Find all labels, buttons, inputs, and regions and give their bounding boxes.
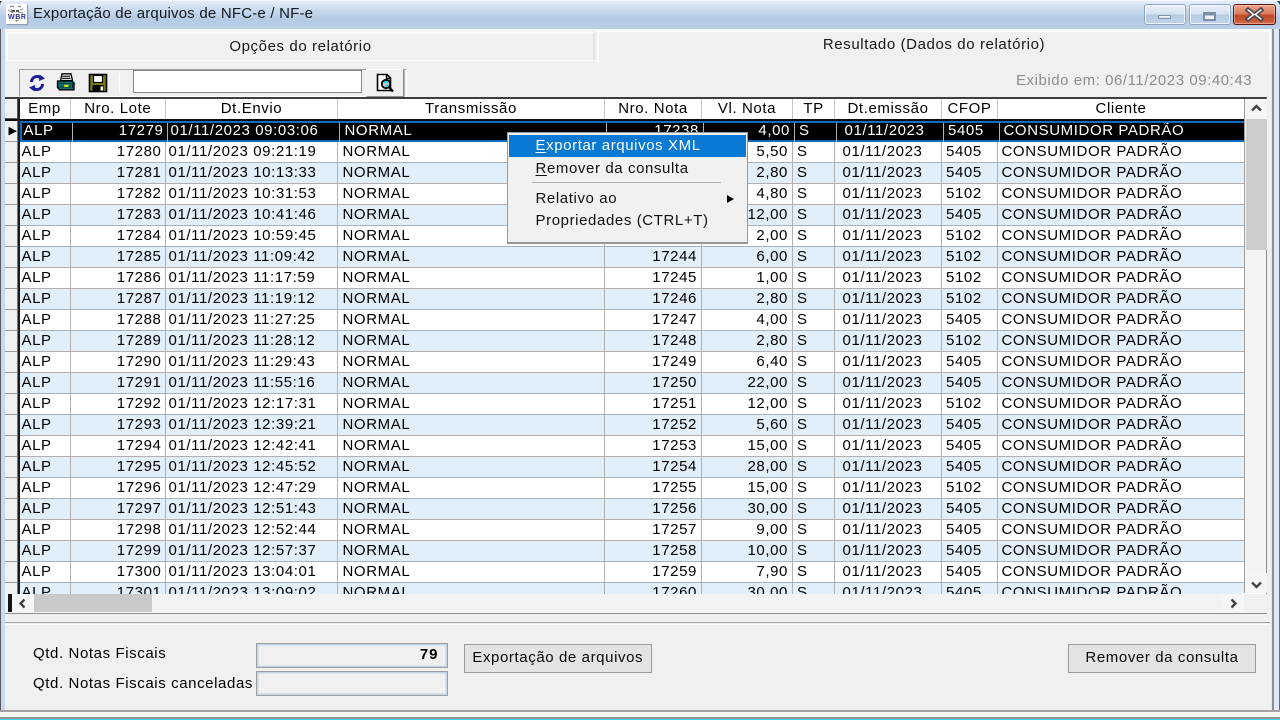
svg-text:WBR: WBR	[8, 14, 27, 21]
